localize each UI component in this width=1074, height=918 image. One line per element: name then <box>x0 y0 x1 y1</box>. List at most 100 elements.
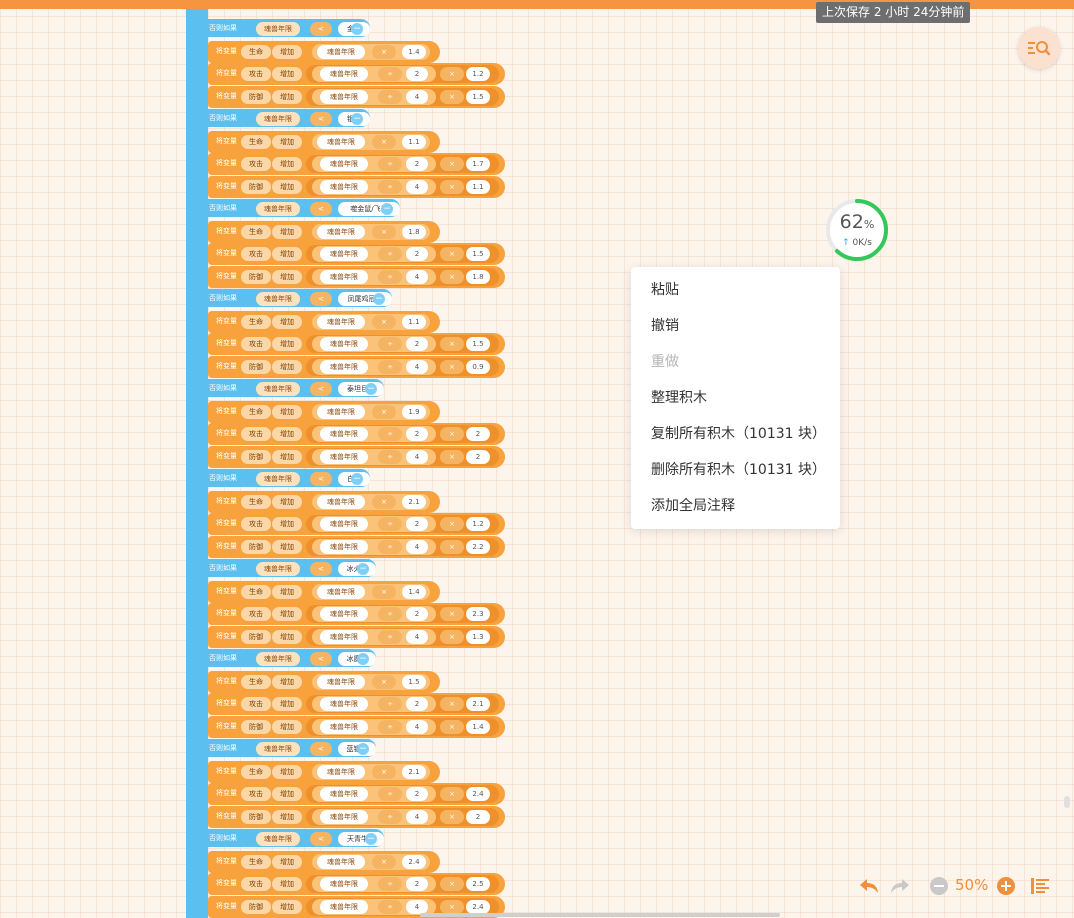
age-variable[interactable]: 魂兽年限 <box>320 877 368 891</box>
divide-operator[interactable]: ÷ <box>378 539 402 554</box>
divisor-value[interactable]: 4 <box>406 449 428 464</box>
multiplier-value[interactable]: 1.5 <box>466 89 490 104</box>
age-variable[interactable]: 魂兽年限 <box>320 179 368 194</box>
stat-dropdown[interactable]: 攻击 <box>241 427 271 441</box>
horizontal-scrollbar[interactable] <box>420 913 780 917</box>
stat-dropdown[interactable]: 生命 <box>241 494 271 509</box>
change-dropdown[interactable]: 增加 <box>272 539 302 554</box>
multiplier-value[interactable]: 2.1 <box>466 697 490 711</box>
divisor-value[interactable]: 4 <box>406 89 428 104</box>
stat-dropdown[interactable]: 防御 <box>241 449 271 464</box>
age-variable[interactable]: 魂兽年限 <box>320 157 368 171</box>
divisor-value[interactable]: 2 <box>406 787 428 801</box>
multiplier-value[interactable]: 1.1 <box>466 179 490 194</box>
change-variable-block[interactable]: 将变量 防御 增加 魂兽年限 ÷ 4 × 0.9 <box>208 355 505 378</box>
divisor-value[interactable]: 4 <box>406 179 428 194</box>
times-operator[interactable]: × <box>440 809 464 824</box>
control-block-spine[interactable] <box>186 0 208 918</box>
times-operator[interactable]: × <box>440 337 464 351</box>
multiplier-value[interactable]: 1.3 <box>466 629 490 644</box>
stat-dropdown[interactable]: 攻击 <box>241 607 271 621</box>
age-variable[interactable]: 魂兽年限 <box>256 22 300 36</box>
change-variable-block[interactable]: 将变量 生命 增加 魂兽年限 × 1.4 <box>208 40 440 63</box>
change-dropdown[interactable]: 增加 <box>272 314 302 329</box>
change-dropdown[interactable]: 增加 <box>272 629 302 644</box>
times-operator[interactable]: × <box>440 427 464 441</box>
stat-dropdown[interactable]: 生命 <box>241 224 271 239</box>
change-variable-block[interactable]: 将变量 攻击 增加 魂兽年限 ÷ 2 × 1.5 <box>208 333 505 355</box>
stat-dropdown[interactable]: 防御 <box>241 179 271 194</box>
divisor-value[interactable]: 2 <box>406 67 428 81</box>
change-dropdown[interactable]: 增加 <box>272 787 302 801</box>
divide-operator[interactable]: ÷ <box>378 697 402 711</box>
change-variable-block[interactable]: 将变量 攻击 增加 魂兽年限 ÷ 2 × 1.2 <box>208 63 505 85</box>
divide-operator[interactable]: ÷ <box>378 337 402 351</box>
age-variable[interactable]: 魂兽年限 <box>320 449 368 464</box>
stat-dropdown[interactable]: 防御 <box>241 89 271 104</box>
change-variable-block[interactable]: 将变量 攻击 增加 魂兽年限 ÷ 2 × 1.7 <box>208 153 505 175</box>
times-operator[interactable]: × <box>440 67 464 81</box>
else-if-block[interactable]: 否则如果 魂兽年限 < 凤尾鸡冠蛇 − <box>208 288 392 308</box>
change-variable-block[interactable]: 将变量 生命 增加 魂兽年限 × 1.1 <box>208 310 440 333</box>
multiplier-value[interactable]: 1.7 <box>466 157 490 171</box>
divide-operator[interactable]: ÷ <box>378 427 402 441</box>
stat-dropdown[interactable]: 防御 <box>241 719 271 734</box>
age-variable[interactable]: 魂兽年限 <box>320 607 368 621</box>
redo-button[interactable] <box>888 874 912 898</box>
divide-operator[interactable]: ÷ <box>378 247 402 261</box>
age-variable[interactable]: 魂兽年限 <box>320 697 368 711</box>
change-dropdown[interactable]: 增加 <box>272 224 302 239</box>
compare-operator[interactable]: < <box>310 652 332 666</box>
age-variable[interactable]: 魂兽年限 <box>320 89 368 104</box>
change-dropdown[interactable]: 增加 <box>272 854 302 869</box>
change-variable-block[interactable]: 将变量 防御 增加 魂兽年限 ÷ 4 × 1.8 <box>208 265 505 288</box>
times-operator[interactable]: × <box>372 404 396 419</box>
age-variable[interactable]: 魂兽年限 <box>256 202 300 216</box>
compare-operator[interactable]: < <box>310 832 332 846</box>
age-variable[interactable]: 魂兽年限 <box>317 404 365 419</box>
age-variable[interactable]: 魂兽年限 <box>320 269 368 284</box>
stat-dropdown[interactable]: 生命 <box>241 44 271 59</box>
compare-operator[interactable]: < <box>310 202 332 216</box>
change-variable-block[interactable]: 将变量 生命 增加 魂兽年限 × 1.9 <box>208 400 440 423</box>
age-variable[interactable]: 魂兽年限 <box>256 472 300 486</box>
else-if-block[interactable]: 否则如果 魂兽年限 < 天青牛蟒 − <box>208 828 384 848</box>
change-dropdown[interactable]: 增加 <box>272 337 302 351</box>
stat-dropdown[interactable]: 生命 <box>241 764 271 779</box>
change-variable-block[interactable]: 将变量 攻击 增加 魂兽年限 ÷ 2 × 2 <box>208 423 505 445</box>
divide-operator[interactable]: ÷ <box>378 359 402 374</box>
age-variable[interactable]: 魂兽年限 <box>320 539 368 554</box>
divisor-value[interactable]: 4 <box>406 269 428 284</box>
stat-dropdown[interactable]: 生命 <box>241 584 271 599</box>
multiplier-value[interactable]: 2.2 <box>466 539 490 554</box>
multiplier-value[interactable]: 1.5 <box>466 337 490 351</box>
else-if-block[interactable]: 否则如果魂兽年限<冰魔龙− <box>208 648 376 668</box>
remove-branch-icon[interactable]: − <box>351 113 363 125</box>
divisor-value[interactable]: 2 <box>406 877 428 891</box>
times-operator[interactable]: × <box>440 359 464 374</box>
age-variable[interactable]: 魂兽年限 <box>320 427 368 441</box>
times-operator[interactable]: × <box>440 719 464 734</box>
age-variable[interactable]: 魂兽年限 <box>256 832 300 846</box>
age-variable[interactable]: 魂兽年限 <box>320 517 368 531</box>
divisor-value[interactable]: 2 <box>406 697 428 711</box>
divide-operator[interactable]: ÷ <box>378 877 402 891</box>
multiplier-value[interactable]: 0.9 <box>466 359 490 374</box>
divisor-value[interactable]: 2 <box>406 337 428 351</box>
change-dropdown[interactable]: 增加 <box>272 247 302 261</box>
times-operator[interactable]: × <box>440 629 464 644</box>
multiplier-value[interactable]: 2.4 <box>402 854 426 869</box>
change-dropdown[interactable]: 增加 <box>272 89 302 104</box>
times-operator[interactable]: × <box>440 539 464 554</box>
change-dropdown[interactable]: 增加 <box>272 427 302 441</box>
compare-operator[interactable]: < <box>310 382 332 396</box>
stat-dropdown[interactable]: 攻击 <box>241 157 271 171</box>
compare-operator[interactable]: < <box>310 742 332 756</box>
change-dropdown[interactable]: 增加 <box>272 404 302 419</box>
times-operator[interactable]: × <box>440 89 464 104</box>
remove-branch-icon[interactable]: − <box>365 833 377 845</box>
compare-operator[interactable]: < <box>310 112 332 126</box>
times-operator[interactable]: × <box>372 134 396 149</box>
age-variable[interactable]: 魂兽年限 <box>320 67 368 81</box>
menu-item-delete-all-blocks[interactable]: 删除所有积木（10131 块） <box>631 452 840 488</box>
